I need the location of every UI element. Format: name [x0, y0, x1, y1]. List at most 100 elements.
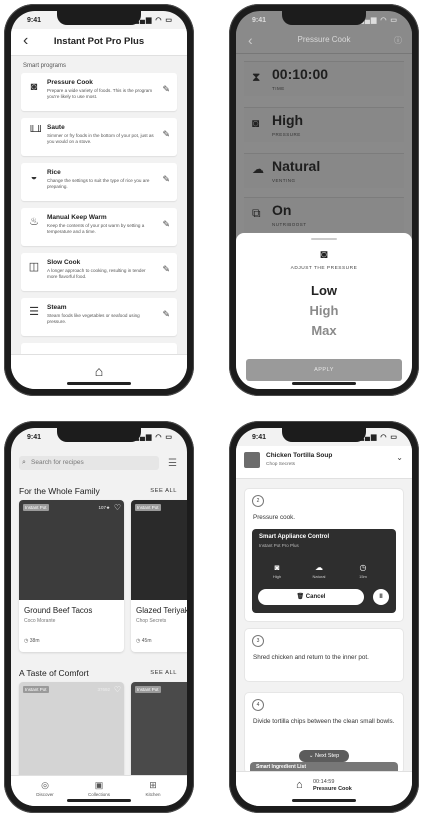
step-number: 4 — [252, 699, 264, 711]
collections-icon: ▣ — [94, 780, 104, 790]
edit-icon[interactable]: ✎ — [162, 219, 170, 230]
program-desc: Steam foods like vegetables or seafood u… — [47, 313, 140, 324]
section-title: For the Whole Family — [19, 486, 100, 496]
edit-icon[interactable]: ✎ — [162, 264, 170, 275]
info-icon[interactable]: ⓘ — [394, 35, 402, 46]
pressure-icon: ◙ — [274, 563, 280, 572]
instant-pot-tag: Instant Pot — [135, 686, 161, 693]
home-indicator — [292, 799, 356, 802]
setting-value: High — [272, 112, 304, 128]
trash-icon: 🗑 — [296, 594, 305, 600]
recipe-name: Glazed Teriyaki — [136, 606, 187, 615]
tab-collections[interactable]: ▣ Collections — [79, 780, 119, 797]
setting-label: TIME — [272, 86, 285, 91]
search-placeholder: Search for recipes — [31, 459, 84, 466]
cook-mode: Pressure Cook — [313, 786, 352, 792]
smart-appliance-control: Smart Appliance Control Instant Pot Pro … — [252, 529, 396, 613]
pressure-icon: ◙ — [252, 116, 260, 130]
tab-kitchen[interactable]: ⊞ Kitchen — [133, 780, 173, 797]
program-card-saute[interactable]: ╙╜ Saute Simmer or fry foods in the bott… — [21, 118, 177, 156]
setting-row-pressure[interactable]: ◙ High PRESSURE — [244, 107, 404, 142]
appliance-icon: ⌂ — [296, 779, 303, 791]
setting-label: NUTRIBOOST — [272, 222, 307, 227]
step-text: Pressure cook. — [253, 514, 295, 521]
edit-icon[interactable]: ✎ — [162, 309, 170, 320]
steam-icon: ☰ — [29, 306, 39, 318]
mode-time: ◷ 15m — [348, 563, 378, 579]
clock-icon: ◷ — [136, 638, 141, 644]
setting-label: VENTING — [272, 178, 296, 183]
screen: 9:41 ▂▄▆ ◠ ▭ ⌕ Search for recipes ☰ For … — [11, 428, 187, 806]
see-all-link[interactable]: SEE ALL — [150, 670, 177, 676]
program-card-pressure-cook[interactable]: ◙ Pressure Cook Prepare a wide variety o… — [21, 73, 177, 111]
pressure-icon: ◙ — [320, 247, 328, 261]
cancel-button[interactable]: 🗑 Cancel — [258, 589, 364, 605]
clock-icon: ◷ — [24, 638, 29, 644]
recipe-time: ◷ 38m — [24, 638, 40, 644]
search-icon: ⌕ — [22, 459, 26, 466]
filter-icon[interactable]: ☰ — [168, 458, 177, 469]
program-desc: A longer approach to cooking, resulting … — [47, 268, 146, 279]
pressure-picker-sheet: ◙ ADJUST THE PRESSURE Low High Max APPLY — [236, 233, 412, 389]
sheet-handle[interactable] — [311, 238, 337, 240]
pause-button[interactable]: II — [373, 589, 389, 605]
see-all-link[interactable]: SEE ALL — [150, 488, 177, 494]
recipe-card[interactable]: Instant Pot Glazed Teriyaki Chop Secrets… — [131, 500, 187, 652]
search-input[interactable]: ⌕ Search for recipes — [19, 456, 159, 470]
program-name: Manual Keep Warm — [47, 214, 107, 221]
recipe-author: Coco Morante — [24, 618, 56, 624]
rice-icon: ◒ — [30, 171, 38, 183]
page-title: Pressure Cook — [297, 35, 351, 44]
home-indicator — [292, 382, 356, 385]
recipe-card[interactable]: Instant Pot 107★ ♡ Ground Beef Tacos Coc… — [19, 500, 124, 652]
chevron-down-icon[interactable]: ⌄ — [396, 453, 403, 462]
instant-pot-tag: Instant Pot — [135, 504, 161, 511]
program-desc: Change the settings to suit the type of … — [47, 178, 150, 189]
program-name: Pressure Cook — [47, 79, 93, 86]
setting-row-nutriboost[interactable]: ⧉ On NUTRIBOOST — [244, 197, 404, 232]
program-card-slow-cook[interactable]: ◫ Slow Cook A longer approach to cooking… — [21, 253, 177, 291]
apply-button[interactable]: APPLY — [246, 359, 402, 381]
mode-label: 15m — [359, 574, 367, 579]
notch — [57, 428, 141, 442]
program-card-manual-keep-warm[interactable]: ♨ Manual Keep Warm Keep the contents of … — [21, 208, 177, 246]
instant-pot-tag: Instant Pot — [23, 504, 49, 511]
edit-icon[interactable]: ✎ — [162, 129, 170, 140]
option-high[interactable]: High — [236, 303, 412, 318]
setting-row-venting[interactable]: ☁ Natural VENTING — [244, 153, 404, 188]
notch — [282, 428, 366, 442]
program-card-rice[interactable]: ◒ Rice Change the settings to suit the t… — [21, 163, 177, 201]
edit-icon[interactable]: ✎ — [162, 174, 170, 185]
edit-icon[interactable]: ✎ — [162, 84, 170, 95]
phone-program-list: 9:41 ▂▄▆ ◠ ▭ ‹ Instant Pot Pro Plus Smar… — [4, 4, 194, 396]
option-low[interactable]: Low — [236, 283, 412, 298]
heart-icon[interactable]: ♡ — [114, 503, 121, 512]
next-step-button[interactable]: ⌄ Next Step — [299, 750, 349, 762]
tab-label: Kitchen — [145, 792, 161, 797]
program-desc: Prepare a wide variety of foods. This is… — [47, 88, 153, 99]
appliance-icon[interactable]: ⌂ — [95, 363, 103, 379]
step-card-3: 3 Shred chicken and return to the inner … — [244, 628, 404, 682]
step-text: Divide tortilla chips between the clean … — [253, 718, 395, 725]
recipe-author: Chop Secrets — [266, 462, 296, 467]
step-number: 2 — [252, 495, 264, 507]
kitchen-icon: ⊞ — [149, 780, 157, 790]
setting-row-time[interactable]: ⧗ 00:10:00 TIME — [244, 61, 404, 96]
rating-count: 107★ — [98, 505, 110, 510]
heart-icon[interactable]: ♡ — [114, 685, 121, 694]
option-max[interactable]: Max — [236, 323, 412, 338]
rating-count: 37692 — [97, 687, 110, 692]
nav-header: ‹ Pressure Cook ⓘ — [236, 29, 412, 54]
screen: 9:41 ▂▄▆ ◠ ▭ ‹ Pressure Cook ⓘ ⧗ 00:10:0… — [236, 11, 412, 389]
tab-label: Discover — [36, 792, 54, 797]
pressure-cook-icon: ◙ — [30, 81, 38, 93]
recipe-thumbnail — [244, 452, 260, 468]
setting-label: PRESSURE — [272, 132, 301, 137]
program-card-steam[interactable]: ☰ Steam Steam foods like vegetables or s… — [21, 298, 177, 336]
recipe-image — [131, 500, 187, 600]
step-text: Shred chicken and return to the inner po… — [253, 654, 369, 661]
screen: 9:41 ▂▄▆ ◠ ▭ ‹ Instant Pot Pro Plus Smar… — [11, 11, 187, 389]
program-desc: Simmer or fry foods in the bottom of you… — [47, 133, 154, 144]
tab-discover[interactable]: ◎ Discover — [25, 780, 65, 797]
keep-warm-icon: ♨ — [29, 216, 39, 228]
